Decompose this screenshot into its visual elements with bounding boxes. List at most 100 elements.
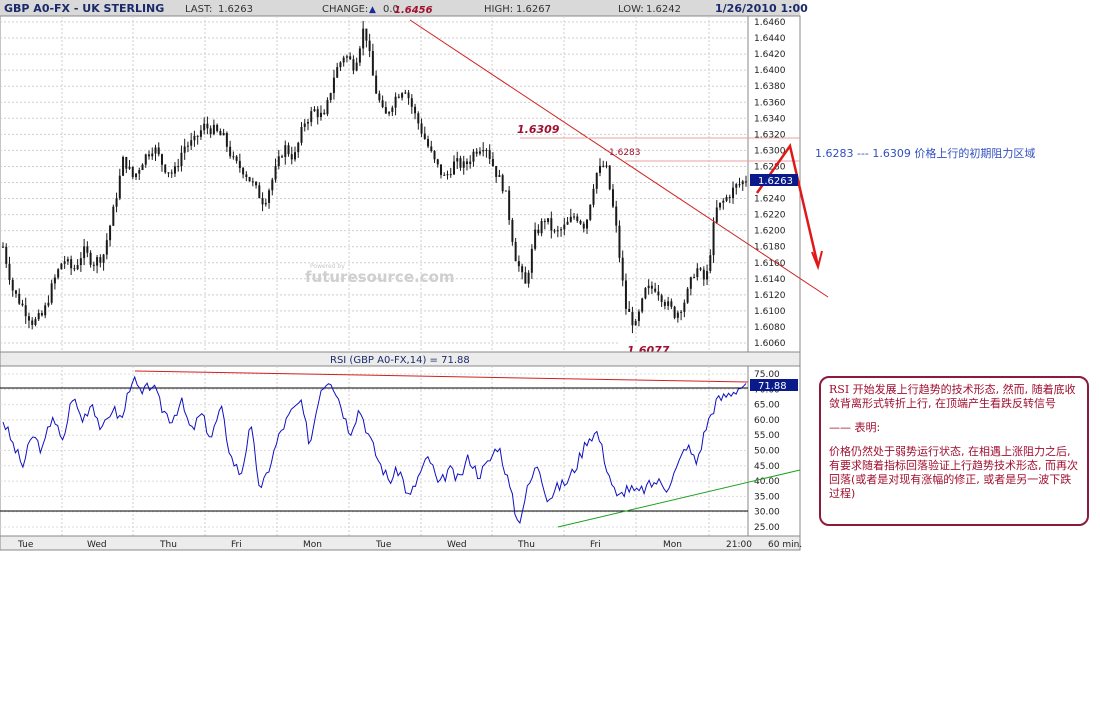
candle-body bbox=[355, 62, 358, 71]
candle-body bbox=[342, 57, 345, 63]
candle-body bbox=[89, 252, 92, 265]
candle-body bbox=[582, 223, 585, 229]
price-tick-label: 1.6340 bbox=[754, 114, 786, 124]
price-tick-label: 1.6080 bbox=[754, 323, 786, 333]
x-tick-label: Mon bbox=[303, 540, 322, 550]
candle-body bbox=[105, 240, 108, 255]
candle-body bbox=[206, 123, 209, 129]
candle-body bbox=[115, 198, 118, 207]
candle-body bbox=[624, 280, 627, 309]
candle-body bbox=[472, 151, 475, 162]
analysis-comment-box: RSI 开始发展上行趋势的技术形态, 然而, 随着底收敛背离形式转折上行, 在顶… bbox=[819, 376, 1089, 526]
candle-body bbox=[264, 202, 267, 205]
low-label: LOW: bbox=[618, 4, 644, 15]
candle-body bbox=[404, 92, 407, 94]
candle-body bbox=[420, 123, 423, 134]
price-tick-label: 1.6100 bbox=[754, 307, 786, 317]
candle-body bbox=[394, 96, 397, 108]
candle-body bbox=[44, 305, 47, 316]
candle-body bbox=[436, 159, 439, 165]
candle-body bbox=[689, 277, 692, 289]
candle-body bbox=[50, 283, 53, 303]
candle-body bbox=[443, 174, 446, 176]
candle-body bbox=[534, 229, 537, 249]
candle-body bbox=[248, 177, 251, 182]
rsi-tick-label: 30.00 bbox=[754, 508, 780, 518]
rsi-title: RSI (GBP A0-FX,14) = 71.88 bbox=[330, 355, 470, 366]
candle-body bbox=[397, 96, 400, 98]
candle-body bbox=[235, 156, 238, 161]
candle-body bbox=[524, 272, 527, 284]
candle-body bbox=[37, 313, 40, 320]
candle-body bbox=[569, 216, 572, 222]
candle-body bbox=[410, 98, 413, 107]
candle-body bbox=[24, 305, 27, 317]
candle-body bbox=[719, 202, 722, 208]
candle-body bbox=[332, 77, 335, 94]
candle-body bbox=[508, 190, 511, 220]
candle-body bbox=[319, 112, 322, 118]
x-tick-label: Wed bbox=[87, 540, 107, 550]
candle-body bbox=[680, 311, 683, 313]
price-tick-label: 1.6300 bbox=[754, 146, 786, 156]
comment-heading: —— 表明: bbox=[829, 421, 881, 434]
candle-body bbox=[738, 184, 741, 186]
candle-body bbox=[47, 302, 50, 306]
candle-body bbox=[384, 107, 387, 114]
candle-body bbox=[735, 184, 738, 188]
candle-body bbox=[615, 206, 618, 226]
candle-body bbox=[316, 109, 319, 118]
candle-body bbox=[92, 264, 95, 266]
candle-body bbox=[277, 156, 280, 167]
candle-body bbox=[696, 268, 699, 278]
candle-body bbox=[504, 190, 507, 192]
candle-body bbox=[498, 175, 501, 177]
price-tick-label: 1.6420 bbox=[754, 50, 786, 60]
candle-body bbox=[728, 197, 731, 199]
candle-body bbox=[326, 100, 329, 115]
candle-body bbox=[294, 152, 297, 160]
candle-body bbox=[177, 166, 180, 168]
candle-body bbox=[180, 152, 183, 167]
candle-body bbox=[86, 246, 89, 253]
candle-body bbox=[427, 139, 430, 147]
rsi-tick-label: 75.00 bbox=[754, 370, 780, 380]
candle-body bbox=[245, 174, 248, 178]
candle-body bbox=[699, 268, 702, 270]
candle-body bbox=[352, 59, 355, 71]
rsi-series-line bbox=[2, 375, 747, 525]
candle-body bbox=[345, 56, 348, 58]
comment-rsi-label: RSI bbox=[829, 383, 850, 396]
second-high-annotation: 1.6283 bbox=[609, 148, 641, 158]
x-tick-label: Fri bbox=[231, 540, 242, 550]
candle-body bbox=[576, 216, 579, 221]
candle-body bbox=[618, 225, 621, 258]
candle-body bbox=[118, 175, 121, 199]
rsi-resistance-trendline bbox=[134, 370, 749, 383]
candle-body bbox=[349, 56, 352, 60]
candle-body bbox=[5, 246, 8, 264]
candle-body bbox=[53, 277, 56, 284]
x-tick-label: Tue bbox=[375, 540, 392, 550]
candle-body bbox=[482, 150, 485, 152]
candle-body bbox=[261, 198, 264, 205]
candle-body bbox=[670, 301, 673, 307]
candle-body bbox=[521, 266, 524, 273]
candle-body bbox=[242, 168, 245, 175]
candle-body bbox=[148, 154, 151, 157]
candle-body bbox=[449, 174, 452, 176]
price-tick-label: 1.6220 bbox=[754, 211, 786, 221]
rsi-tick-label: 45.00 bbox=[754, 462, 780, 472]
candle-body bbox=[462, 161, 465, 168]
candle-body bbox=[216, 124, 219, 131]
candle-body bbox=[164, 164, 167, 173]
candle-body bbox=[66, 259, 69, 262]
candle-body bbox=[300, 126, 303, 143]
candle-body bbox=[290, 154, 293, 160]
last-label: LAST: bbox=[185, 4, 212, 15]
x-tick-label: Tue bbox=[17, 540, 34, 550]
x-tick-label: 21:00 bbox=[726, 540, 752, 550]
rsi-tick-label: 50.00 bbox=[754, 447, 780, 457]
price-tick-label: 1.6320 bbox=[754, 130, 786, 140]
candle-body bbox=[725, 197, 728, 201]
